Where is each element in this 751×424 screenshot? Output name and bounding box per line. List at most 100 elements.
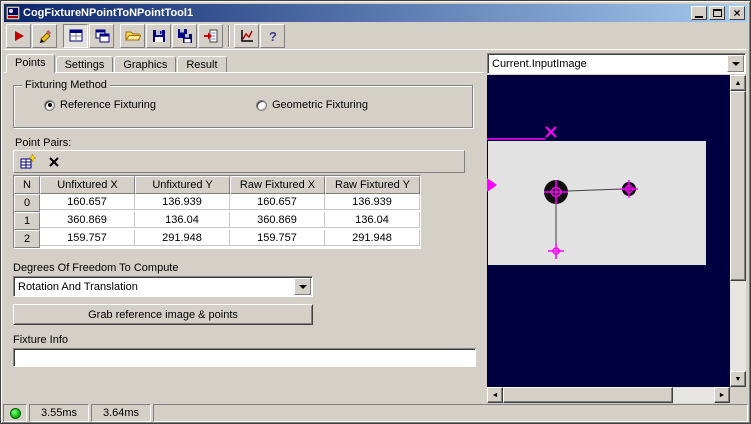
cell[interactable]: 360.869	[230, 212, 325, 228]
image-source-value: Current.InputImage	[492, 57, 587, 70]
save-copy-icon	[177, 29, 192, 43]
scroll-up-button[interactable]: ▲	[730, 75, 746, 91]
status-message-panel	[153, 404, 748, 422]
play-icon	[14, 31, 24, 41]
status-time-1: 3.55ms	[29, 404, 89, 422]
table-row[interactable]: 0 160.657 136.939 160.657 136.939	[14, 194, 420, 212]
dof-selected-value: Rotation And Translation	[18, 280, 138, 293]
chevron-down-icon	[298, 284, 307, 289]
image-source-select[interactable]: Current.InputImage	[487, 53, 746, 74]
scroll-right-button[interactable]: ►	[714, 387, 730, 403]
main-toolbar: ?	[4, 23, 747, 50]
radio-reference-fixturing-label: Reference Fixturing	[60, 99, 156, 111]
tab-points[interactable]: Points	[6, 54, 55, 73]
help-icon: ?	[269, 29, 277, 44]
cell[interactable]: 136.04	[325, 212, 420, 228]
help-button[interactable]: ?	[260, 24, 285, 48]
status-time-2: 3.64ms	[91, 404, 151, 422]
delete-point-pair-icon	[49, 156, 59, 167]
scroll-left-button[interactable]: ◄	[487, 387, 503, 403]
fixturing-method-label: Fixturing Method	[22, 79, 110, 91]
grab-reference-button[interactable]: Grab reference image & points	[13, 304, 313, 325]
vertical-scrollbar[interactable]: ▲ ▼	[730, 75, 746, 387]
image-display[interactable]	[487, 75, 730, 387]
window-icon	[6, 6, 20, 20]
dof-select[interactable]: Rotation And Translation	[13, 276, 313, 297]
radio-reference-fixturing[interactable]: Reference Fixturing	[44, 99, 156, 111]
save-file-button[interactable]	[146, 24, 171, 48]
maximize-icon	[712, 9, 722, 17]
image-viewport[interactable]: ▲ ▼ ◄ ►	[487, 75, 746, 403]
point-pairs-toolbar	[13, 150, 465, 173]
vertical-scroll-thumb[interactable]	[730, 91, 746, 281]
add-point-pair-icon	[20, 153, 36, 168]
results-graph-button[interactable]	[234, 24, 259, 48]
cell[interactable]: 291.948	[135, 230, 230, 246]
electric-run-button[interactable]	[32, 24, 57, 48]
minimize-button[interactable]	[691, 6, 707, 20]
save-copy-button[interactable]	[172, 24, 197, 48]
svg-text:?: ?	[269, 29, 277, 44]
cell[interactable]: 159.757	[40, 230, 135, 246]
add-point-pair-button[interactable]	[16, 152, 40, 171]
tabstrip: Points Settings Graphics Result	[6, 54, 228, 73]
image-graphics	[487, 126, 706, 265]
close-button[interactable]: ×	[729, 6, 745, 20]
table-header-row: N Unfixtured X Unfixtured Y Raw Fixtured…	[14, 176, 420, 194]
table-row[interactable]: 1 360.869 136.04 360.869 136.04	[14, 212, 420, 230]
cell[interactable]: 360.869	[40, 212, 135, 228]
cell[interactable]: 159.757	[230, 230, 325, 246]
col-header-unfixtured-x[interactable]: Unfixtured X	[40, 176, 135, 194]
fixture-info-input[interactable]	[13, 348, 476, 367]
arrow-down-icon: ▼	[734, 375, 742, 383]
cell[interactable]: 160.657	[40, 194, 135, 210]
titlebar[interactable]: CogFixtureNPointToNPointTool1 ×	[4, 4, 747, 22]
close-icon: ×	[733, 5, 741, 20]
image-source-dropdown-button[interactable]	[727, 55, 744, 72]
arrow-left-icon: ◄	[491, 391, 499, 399]
arrow-right-icon: ►	[718, 391, 726, 399]
maximize-button[interactable]	[709, 6, 725, 20]
col-header-raw-fixtured-y[interactable]: Raw Fixtured Y	[325, 176, 420, 194]
import-button[interactable]	[198, 24, 223, 48]
col-header-n[interactable]: N	[14, 176, 40, 194]
col-header-raw-fixtured-x[interactable]: Raw Fixtured X	[230, 176, 325, 194]
open-file-button[interactable]	[120, 24, 145, 48]
tab-graphics[interactable]: Graphics	[114, 56, 177, 73]
tab-settings[interactable]: Settings	[55, 56, 114, 73]
point-pairs-label: Point Pairs:	[15, 137, 72, 149]
col-header-unfixtured-y[interactable]: Unfixtured Y	[135, 176, 230, 194]
delete-point-pair-button[interactable]	[42, 152, 66, 171]
arrow-up-icon: ▲	[734, 79, 742, 87]
scrollbar-corner	[730, 387, 746, 403]
cell[interactable]: 136.04	[135, 212, 230, 228]
x-marker	[545, 126, 557, 138]
dof-dropdown-button[interactable]	[294, 278, 311, 295]
graph-icon	[240, 30, 253, 42]
run-tool-button[interactable]	[6, 24, 31, 48]
radio-geometric-fixturing[interactable]: Geometric Fixturing	[256, 99, 368, 111]
tab-result[interactable]: Result	[177, 56, 227, 73]
fixture-info-label: Fixture Info	[13, 334, 69, 346]
point-pairs-table[interactable]: N Unfixtured X Unfixtured Y Raw Fixtured…	[13, 175, 421, 249]
radio-geometric-fixturing-label: Geometric Fixturing	[272, 99, 368, 111]
cell[interactable]: 136.939	[135, 194, 230, 210]
tabstrip-baseline	[4, 72, 484, 73]
show-image-pane-button[interactable]	[63, 24, 88, 48]
cell[interactable]: 291.948	[325, 230, 420, 246]
row-header: 0	[14, 194, 40, 212]
cell[interactable]: 136.939	[325, 194, 420, 210]
image-window-icon	[69, 29, 82, 42]
radio-geometric-fixturing-circle	[256, 99, 267, 111]
status-bar: 3.55ms 3.64ms	[3, 404, 748, 422]
float-windows-button[interactable]	[89, 24, 114, 48]
radio-reference-fixturing-circle	[44, 99, 55, 111]
scroll-down-button[interactable]: ▼	[730, 371, 746, 387]
tool-edit-window: CogFixtureNPointToNPointTool1 × ? Points…	[0, 0, 751, 424]
horizontal-scroll-thumb[interactable]	[503, 387, 673, 403]
table-row[interactable]: 2 159.757 291.948 159.757 291.948	[14, 230, 420, 248]
status-led-panel	[3, 404, 27, 422]
pencil-icon	[39, 29, 51, 43]
horizontal-scrollbar[interactable]: ◄ ►	[487, 387, 730, 403]
cell[interactable]: 160.657	[230, 194, 325, 210]
